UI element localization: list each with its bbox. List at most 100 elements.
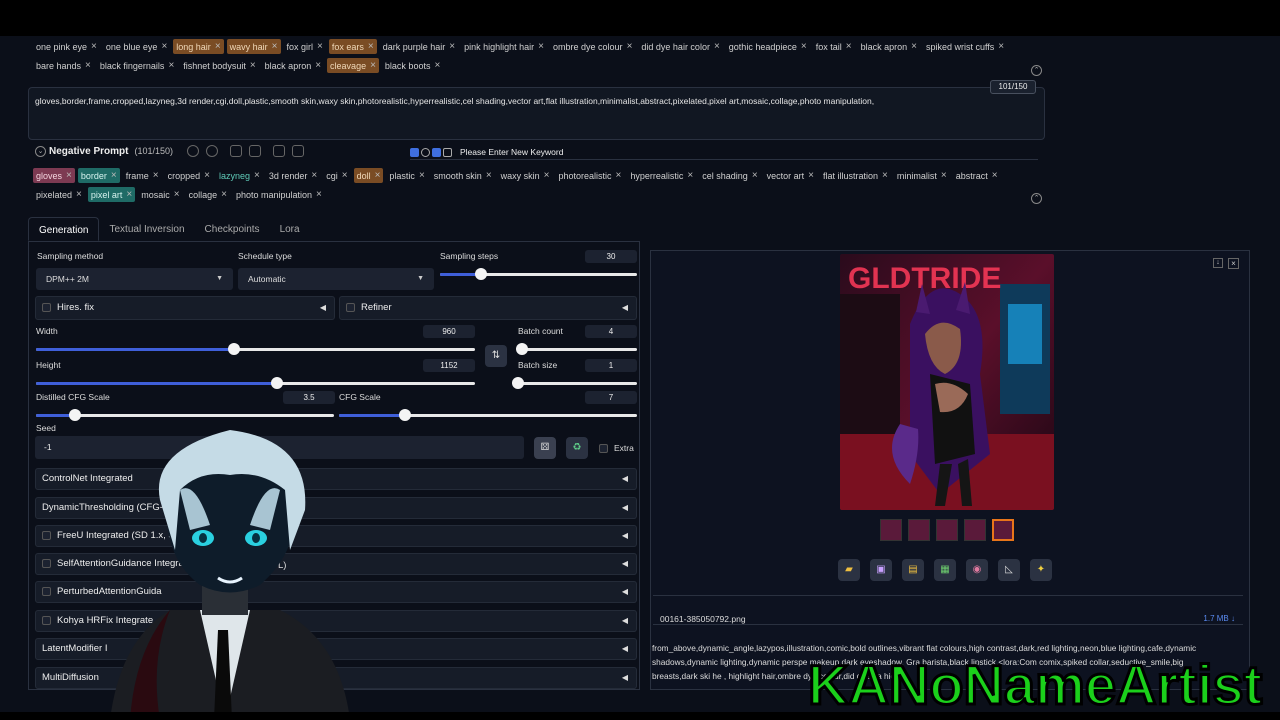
remove-tag-icon[interactable]: × xyxy=(250,60,256,71)
recycle-icon[interactable]: ♻ xyxy=(566,437,588,459)
remove-tag-icon[interactable]: × xyxy=(316,189,322,200)
prompt-tag[interactable]: fox tail × xyxy=(813,39,855,54)
tab-generation[interactable]: Generation xyxy=(28,217,100,241)
prompt-tag[interactable]: cleavage × xyxy=(327,58,379,73)
prompt-tag[interactable]: one blue eye × xyxy=(103,39,170,54)
remove-tag-icon[interactable]: × xyxy=(370,60,376,71)
batch-count-slider[interactable] xyxy=(515,343,637,355)
remove-tag-icon[interactable]: × xyxy=(126,189,132,200)
sampling-method-dropdown[interactable]: DPM++ 2M ▼ xyxy=(36,268,233,290)
prompt-tag[interactable]: black boots × xyxy=(382,58,443,73)
send-to-extras-icon[interactable]: ◺ xyxy=(998,559,1020,581)
prompt-tag[interactable]: cgi × xyxy=(323,168,350,183)
remove-tag-icon[interactable]: × xyxy=(91,41,97,52)
collapse-negative-tags-icon[interactable]: ⌃ xyxy=(1031,193,1042,204)
schedule-type-dropdown[interactable]: Automatic ▼ xyxy=(238,268,434,290)
sparkle-icon[interactable]: ✦ xyxy=(1030,559,1052,581)
prompt-tag[interactable]: abstract × xyxy=(953,168,1001,183)
zip-icon[interactable]: ▤ xyxy=(902,559,924,581)
prompt-tag[interactable]: long hair × xyxy=(173,39,224,54)
prompt-tag[interactable]: smooth skin × xyxy=(431,168,495,183)
prompt-tag[interactable]: frame × xyxy=(123,168,162,183)
prompt-tag[interactable]: photorealistic × xyxy=(556,168,625,183)
extension-enable-checkbox[interactable] xyxy=(42,586,51,596)
remove-tag-icon[interactable]: × xyxy=(538,41,544,52)
extra-checkbox[interactable] xyxy=(599,444,608,454)
prompt-tag[interactable]: lazyneg × xyxy=(216,168,263,183)
remove-tag-icon[interactable]: × xyxy=(882,170,888,181)
output-filename[interactable]: 00161-385050792.png xyxy=(660,614,746,624)
prompt-tag[interactable]: hyperrealistic × xyxy=(627,168,696,183)
tab-checkpoints[interactable]: Checkpoints xyxy=(195,217,270,241)
sampling-steps-input[interactable]: 30 xyxy=(585,250,637,263)
remove-tag-icon[interactable]: × xyxy=(941,170,947,181)
remove-tag-icon[interactable]: × xyxy=(687,170,693,181)
hires-fix-checkbox[interactable] xyxy=(42,302,51,312)
slider-knob[interactable] xyxy=(512,377,524,389)
thumbnail[interactable] xyxy=(880,519,902,541)
remove-tag-icon[interactable]: × xyxy=(272,41,278,52)
prompt-tag[interactable]: fishnet bodysuit × xyxy=(180,58,258,73)
close-icon[interactable]: × xyxy=(1228,258,1239,269)
output-filesize[interactable]: 1.7 MB ↓ xyxy=(1203,614,1235,623)
prompt-tag[interactable]: cropped × xyxy=(165,168,213,183)
clock-icon[interactable] xyxy=(421,147,430,157)
prompt-tag[interactable]: gothic headpiece × xyxy=(726,39,810,54)
cfg-scale-input[interactable]: 7 xyxy=(585,391,637,404)
thumbnail-selected[interactable] xyxy=(992,519,1014,541)
remove-tag-icon[interactable]: × xyxy=(174,189,180,200)
cfg-scale-slider[interactable] xyxy=(339,409,637,421)
generated-image[interactable]: GLDTRIDE xyxy=(840,254,1054,510)
prompt-tag[interactable]: spiked wrist cuffs × xyxy=(923,39,1007,54)
keyword-input-row[interactable]: Please Enter New Keyword xyxy=(410,145,1038,160)
collapse-negative-icon[interactable]: ⌄ xyxy=(35,145,46,157)
prompt-tag[interactable]: pixelated × xyxy=(33,187,85,202)
gear-icon[interactable] xyxy=(206,145,218,157)
collapse-tags-icon[interactable]: ⌃ xyxy=(1031,65,1042,76)
remove-tag-icon[interactable]: × xyxy=(85,60,91,71)
height-input[interactable]: 1152 xyxy=(423,359,475,372)
prompt-tag[interactable]: mosaic × xyxy=(138,187,182,202)
prompt-tag[interactable]: wavy hair × xyxy=(226,39,281,54)
remove-tag-icon[interactable]: × xyxy=(311,170,317,181)
refiner-checkbox[interactable] xyxy=(346,302,355,312)
batch-count-input[interactable]: 4 xyxy=(585,325,637,338)
prompt-tag[interactable]: cel shading × xyxy=(699,168,760,183)
remove-tag-icon[interactable]: × xyxy=(368,41,374,52)
hires-fix-accordion[interactable]: Hires. fix ◀ xyxy=(35,296,335,320)
remove-tag-icon[interactable]: × xyxy=(342,170,348,181)
remove-tag-icon[interactable]: × xyxy=(911,41,917,52)
remove-tag-icon[interactable]: × xyxy=(317,41,323,52)
remove-tag-icon[interactable]: × xyxy=(998,41,1004,52)
remove-tag-icon[interactable]: × xyxy=(801,41,807,52)
prompt-tag[interactable]: fox girl × xyxy=(284,39,326,54)
thumbnail[interactable] xyxy=(936,519,958,541)
extension-enable-checkbox[interactable] xyxy=(42,530,51,540)
prompt-tag[interactable]: 3d render × xyxy=(266,168,320,183)
tab-lora[interactable]: Lora xyxy=(270,217,310,241)
sampling-steps-slider[interactable] xyxy=(440,268,637,280)
negative-prompt-textarea[interactable]: gloves,border,frame,cropped,lazyneg,3d r… xyxy=(28,87,1045,140)
prompt-tag[interactable]: pixel art × xyxy=(87,187,136,202)
save-icon[interactable]: ▣ xyxy=(870,559,892,581)
trash-icon[interactable] xyxy=(292,145,304,157)
prompt-tag[interactable]: flat illustration × xyxy=(820,168,891,183)
extension-enable-checkbox[interactable] xyxy=(42,558,51,568)
prompt-tag[interactable]: doll × xyxy=(353,168,384,183)
slider-knob[interactable] xyxy=(227,343,240,355)
prompt-tag[interactable]: did dye hair color × xyxy=(638,39,722,54)
remove-tag-icon[interactable]: × xyxy=(315,60,321,71)
remove-tag-icon[interactable]: × xyxy=(419,170,425,181)
remove-tag-icon[interactable]: × xyxy=(434,60,440,71)
remove-tag-icon[interactable]: × xyxy=(111,170,117,181)
batch-size-input[interactable]: 1 xyxy=(585,359,637,372)
list-icon[interactable] xyxy=(230,145,242,157)
extra-toggle[interactable]: Extra xyxy=(599,443,634,454)
batch-size-slider[interactable] xyxy=(512,377,637,389)
prompt-tag[interactable]: dark purple hair × xyxy=(380,39,458,54)
checkbox-icon[interactable] xyxy=(432,147,441,157)
remove-tag-icon[interactable]: × xyxy=(808,170,814,181)
prompt-tag[interactable]: plastic × xyxy=(386,168,427,183)
slider-knob[interactable] xyxy=(398,409,411,421)
remove-tag-icon[interactable]: × xyxy=(204,170,210,181)
